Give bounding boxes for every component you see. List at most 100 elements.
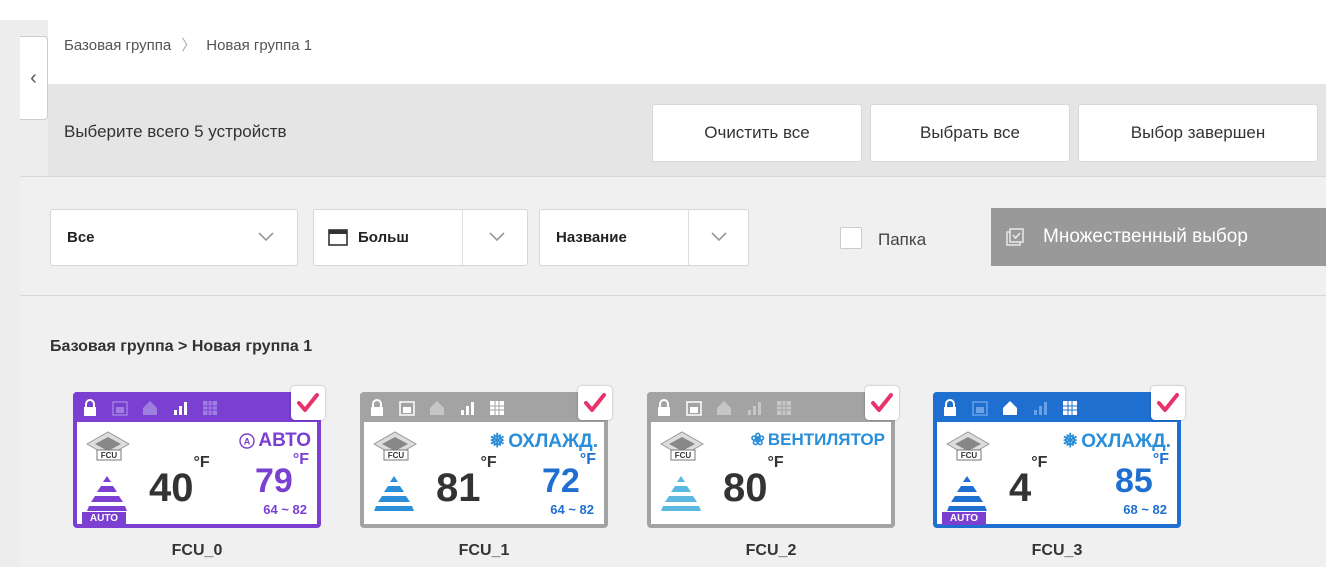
fan-speed-icon bbox=[374, 476, 414, 511]
signal-icon bbox=[174, 402, 187, 415]
calendar-icon bbox=[972, 401, 988, 416]
view-size-select[interactable]: Больш bbox=[313, 209, 528, 266]
folder-label: Папка bbox=[878, 230, 927, 249]
clear-all-button[interactable]: Очистить все bbox=[652, 104, 862, 162]
lock-icon bbox=[658, 399, 670, 416]
home-icon bbox=[430, 401, 444, 415]
auto-badge: AUTO bbox=[942, 512, 986, 525]
svg-text:A: A bbox=[244, 437, 251, 447]
selection-done-button[interactable]: Выбор завершен bbox=[1078, 104, 1318, 162]
multi-select-button[interactable]: Множественный выбор bbox=[991, 208, 1326, 266]
current-temperature: 40°F bbox=[149, 453, 210, 510]
fcu-cassette-icon: FCU bbox=[372, 431, 418, 461]
temperature-range: 68 ~ 82 bbox=[1123, 502, 1167, 517]
mode-label: A АВТО bbox=[239, 430, 311, 452]
chevron-down-icon bbox=[711, 232, 727, 242]
selection-info: Выберите всего 5 устройств bbox=[64, 122, 287, 141]
current-temperature: 80°F bbox=[723, 453, 784, 510]
window-icon bbox=[328, 229, 348, 246]
multi-select-label: Множественный выбор bbox=[1043, 226, 1248, 247]
calendar-icon bbox=[399, 401, 415, 416]
multi-select-icon bbox=[1006, 228, 1024, 246]
current-temperature: 81°F bbox=[436, 453, 497, 510]
lock-icon bbox=[944, 399, 956, 416]
svg-text:FCU: FCU bbox=[675, 451, 692, 460]
snowflake-icon: ❅ bbox=[489, 431, 506, 452]
check-icon bbox=[1157, 393, 1179, 412]
collapse-panel-button[interactable]: ‹ bbox=[20, 36, 48, 120]
left-rail bbox=[0, 20, 20, 567]
group-path: Базовая группа > Новая группа 1 bbox=[50, 338, 313, 355]
signal-icon bbox=[748, 402, 761, 415]
signal-icon bbox=[1034, 402, 1047, 415]
mode-label: ❅ ОХЛАЖД. bbox=[1062, 430, 1171, 453]
fcu-cassette-icon: FCU bbox=[659, 431, 705, 461]
top-strip bbox=[0, 0, 1326, 20]
chevron-right-icon: 〉 bbox=[181, 37, 197, 54]
lock-icon bbox=[84, 399, 96, 416]
selection-bar: Выберите всего 5 устройств Очистить все … bbox=[48, 84, 1326, 176]
fan-icon: ❀ bbox=[750, 430, 765, 449]
check-icon bbox=[297, 393, 319, 412]
temperature-range: 64 ~ 82 bbox=[550, 502, 594, 517]
breadcrumb-current: Новая группа 1 bbox=[206, 37, 313, 54]
set-temperature: 85°F bbox=[1115, 450, 1169, 500]
fan-speed-icon bbox=[947, 476, 987, 511]
current-temperature: 4°F bbox=[1009, 453, 1048, 510]
selected-check[interactable] bbox=[578, 386, 612, 420]
breadcrumb-root[interactable]: Базовая группа bbox=[64, 37, 171, 54]
set-temperature: 79°F bbox=[255, 450, 309, 500]
breadcrumb: Базовая группа 〉 Новая группа 1 bbox=[48, 20, 1326, 84]
temperature-range: 64 ~ 82 bbox=[263, 502, 307, 517]
select-all-button[interactable]: Выбрать все bbox=[870, 104, 1070, 162]
device-card[interactable]: FCU 81°F ❅ ОХЛАЖД. 72°F 64 ~ 82 FCU_1 bbox=[360, 386, 612, 559]
device-name: FCU_0 bbox=[171, 542, 223, 559]
svg-text:FCU: FCU bbox=[961, 451, 978, 460]
device-name: FCU_3 bbox=[1031, 542, 1083, 559]
device-card[interactable]: FCU AUTO 40°F A АВТО 79°F 64 ~ 82 FCU_0 bbox=[73, 386, 325, 559]
home-icon bbox=[717, 401, 731, 415]
schedule-grid-icon bbox=[203, 401, 217, 415]
chevron-down-icon bbox=[258, 232, 274, 242]
selected-check[interactable] bbox=[1151, 386, 1185, 420]
fcu-cassette-icon: FCU bbox=[945, 431, 991, 461]
mode-label: ❀ ВЕНТИЛЯТОР bbox=[750, 430, 885, 449]
selected-check[interactable] bbox=[865, 386, 899, 420]
fcu-cassette-icon: FCU bbox=[85, 431, 131, 461]
device-name: FCU_2 bbox=[745, 542, 797, 559]
selected-check[interactable] bbox=[291, 386, 325, 420]
check-icon bbox=[871, 393, 893, 412]
folder-checkbox[interactable] bbox=[840, 227, 862, 249]
svg-text:FCU: FCU bbox=[101, 451, 118, 460]
device-type-value: Все bbox=[67, 229, 95, 246]
schedule-grid-icon bbox=[1063, 401, 1077, 415]
svg-text:FCU: FCU bbox=[388, 451, 405, 460]
breadcrumb-trail: Базовая группа 〉 Новая группа 1 bbox=[64, 34, 312, 55]
mode-label: ❅ ОХЛАЖД. bbox=[489, 430, 598, 453]
device-area: Базовая группа > Новая группа 1 FCU AUTO… bbox=[20, 296, 1326, 567]
view-size-value: Больш bbox=[358, 229, 409, 246]
auto-mode-icon: A bbox=[239, 433, 256, 449]
device-name: FCU_1 bbox=[458, 542, 510, 559]
filter-bar: Все Больш Название Папка Множественный в… bbox=[20, 177, 1326, 295]
set-temperature: 72°F bbox=[542, 450, 596, 500]
home-icon bbox=[143, 401, 157, 415]
device-card[interactable]: FCU AUTO 4°F ❅ ОХЛАЖД. 85°F 68 ~ 82 FCU_… bbox=[933, 386, 1185, 559]
chevron-down-icon bbox=[489, 232, 505, 242]
auto-badge: AUTO bbox=[82, 512, 126, 525]
fan-speed-icon bbox=[661, 476, 701, 511]
schedule-grid-icon bbox=[490, 401, 504, 415]
device-card[interactable]: FCU 80°F ❀ ВЕНТИЛЯТОР FCU_2 bbox=[647, 386, 899, 559]
sort-value: Название bbox=[556, 229, 627, 246]
lock-icon bbox=[371, 399, 383, 416]
calendar-icon bbox=[686, 401, 702, 416]
calendar-icon bbox=[112, 401, 128, 416]
snowflake-icon: ❅ bbox=[1062, 431, 1079, 452]
fan-speed-icon bbox=[87, 476, 127, 511]
sort-select[interactable]: Название bbox=[539, 209, 749, 266]
check-icon bbox=[584, 393, 606, 412]
device-type-select[interactable]: Все bbox=[50, 209, 298, 266]
signal-icon bbox=[461, 402, 474, 415]
chevron-left-icon: ‹ bbox=[30, 66, 37, 89]
home-icon bbox=[1003, 401, 1017, 415]
